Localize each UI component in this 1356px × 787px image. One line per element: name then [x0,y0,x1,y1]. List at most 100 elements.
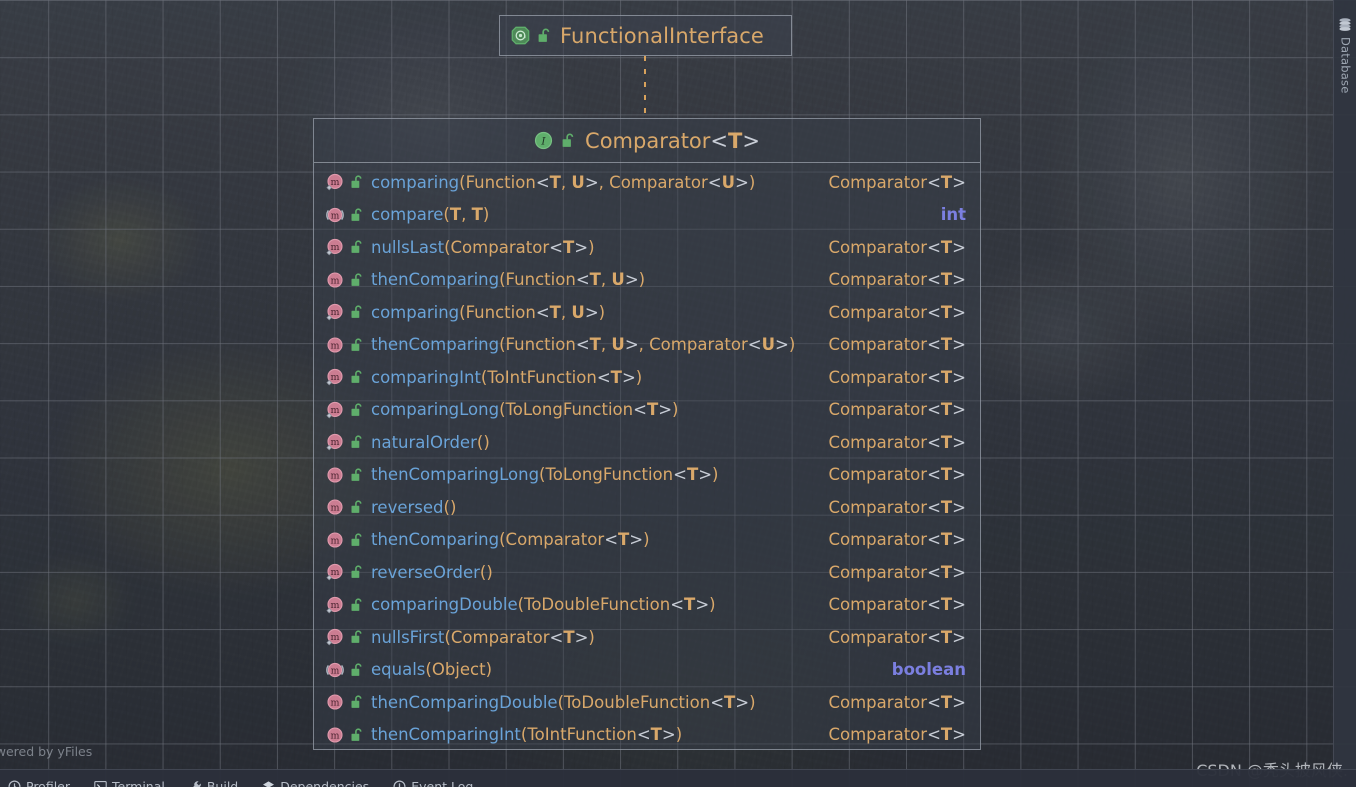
member-signature: naturalOrder() [371,432,490,452]
static-method-icon: m [325,562,345,582]
svg-text:m: m [330,632,339,643]
class-member-row[interactable]: m thenComparing(Function<T, U>, Comparato… [314,329,980,362]
svg-text:m: m [330,340,339,351]
member-icons: m [325,725,371,745]
tool-window-event-log[interactable]: Event Log [393,770,473,787]
build-icon [189,780,202,787]
member-signature: comparingInt(ToIntFunction<T>) [371,367,643,387]
class-member-row[interactable]: m reverseOrder() Comparator<T> [314,556,980,589]
unlocked-padlock-icon [350,597,365,613]
svg-text:m: m [330,600,339,611]
member-signature: thenComparingDouble(ToDoubleFunction<T>) [371,692,756,712]
diagram-node-comparator[interactable]: I Comparator<T> m comparing(Function<T, U… [313,118,981,750]
method-icon: m [325,497,345,517]
class-member-row[interactable]: m thenComparingDouble(ToDoubleFunction<T>… [314,686,980,719]
class-member-row[interactable]: m thenComparing(Function<T, U>) Comparator… [314,264,980,297]
class-member-row[interactable]: m thenComparing(Comparator<T>) Comparator<… [314,524,980,557]
svg-text:m: m [330,437,339,448]
unlocked-padlock-icon [350,272,365,288]
profiler-icon [8,780,21,787]
member-icons: m [325,400,371,420]
static-method-icon: m [325,432,345,452]
right-tool-strip: Database [1333,0,1356,787]
svg-text:m: m [330,242,339,253]
abstract-method-icon: m [325,660,345,680]
member-icons: m [325,530,371,550]
member-return-type: Comparator<T> [828,627,966,647]
member-signature: comparing(Function<T, U>) [371,302,606,322]
unlocked-padlock-icon [350,564,365,580]
class-member-list: m comparing(Function<T, U>, Comparator<U>… [314,163,980,750]
static-method-icon: m [325,595,345,615]
static-method-icon: m [325,172,345,192]
bottom-tool-window-bar: Profiler Terminal Build Dependencies Eve… [0,769,1356,787]
member-icons: m [325,205,371,225]
node-title: FunctionalInterface [560,23,764,48]
member-signature: nullsFirst(Comparator<T>) [371,627,595,647]
tool-window-dependencies[interactable]: Dependencies [262,770,369,787]
terminal-icon [94,780,107,787]
sidebar-item-database[interactable]: Database [1333,18,1356,93]
unlocked-padlock-icon [350,662,365,678]
member-signature: thenComparing(Function<T, U>, Comparator… [371,335,796,355]
method-icon: m [325,725,345,745]
member-return-type: Comparator<T> [828,497,966,517]
class-member-row[interactable]: m comparing(Function<T, U>, Comparator<U>… [314,166,980,199]
member-icons: m [325,692,371,712]
member-return-type: Comparator<T> [828,335,966,355]
method-icon: m [325,692,345,712]
unlocked-padlock-icon [350,239,365,255]
class-member-row[interactable]: m nullsLast(Comparator<T>) Comparator<T> [314,231,980,264]
tool-window-label: Profiler [26,779,71,787]
svg-text:m: m [330,503,339,514]
svg-text:m: m [330,730,339,741]
class-member-row[interactable]: m equals(Object) boolean [314,654,980,687]
tool-window-build[interactable]: Build [189,770,238,787]
tool-window-label: Dependencies [280,779,370,787]
member-icons: m [325,237,371,257]
member-signature: comparingDouble(ToDoubleFunction<T>) [371,595,716,615]
unlocked-padlock-icon [350,402,365,418]
member-icons: m [325,465,371,485]
static-method-icon: m [325,302,345,322]
class-member-row[interactable]: m comparing(Function<T, U>) Comparator<T> [314,296,980,329]
unlocked-padlock-icon [350,727,365,743]
class-member-row[interactable]: m comparingLong(ToLongFunction<T>) Compara… [314,394,980,427]
annotation-icon [511,26,530,45]
unlocked-padlock-icon [350,629,365,645]
class-member-row[interactable]: m reversed() Comparator<T> [314,491,980,524]
member-icons: m [325,595,371,615]
tool-window-label: Build [206,779,239,787]
class-member-row[interactable]: m naturalOrder() Comparator<T> [314,426,980,459]
class-member-row[interactable]: m thenComparingInt(ToIntFunction<T>) Compa… [314,719,980,750]
method-icon: m [325,335,345,355]
diagram-node-functional-interface[interactable]: FunctionalInterface [499,15,792,56]
tool-window-terminal[interactable]: Terminal [94,770,165,787]
member-signature: thenComparing(Function<T, U>) [371,270,646,290]
unlocked-padlock-icon [350,694,365,710]
class-member-row[interactable]: m comparingDouble(ToDoubleFunction<T>) Com… [314,589,980,622]
member-return-type: Comparator<T> [828,237,966,257]
svg-text:m: m [331,211,340,221]
member-return-type: Comparator<T> [828,562,966,582]
yfiles-credit: Powered by yFiles [0,744,93,759]
member-icons: m [325,302,371,322]
class-member-row[interactable]: m compare(T, T) int [314,199,980,232]
tool-window-profiler[interactable]: Profiler [8,770,70,787]
class-member-row[interactable]: m nullsFirst(Comparator<T>) Comparator<T> [314,621,980,654]
database-icon [1338,18,1352,37]
member-signature: equals(Object) [371,660,493,680]
tool-window-label: Event Log [411,779,474,787]
dependencies-icon [262,780,275,787]
member-return-type: Comparator<T> [828,400,966,420]
member-return-type: Comparator<T> [828,270,966,290]
sidebar-item-label: Database [1338,37,1353,94]
member-icons: m [325,497,371,517]
class-member-row[interactable]: m thenComparingLong(ToLongFunction<T>) Com… [314,459,980,492]
member-signature: comparing(Function<T, U>, Comparator<U>) [371,172,756,192]
member-icons: m [325,335,371,355]
class-member-row[interactable]: m comparingInt(ToIntFunction<T>) Comparato… [314,361,980,394]
member-signature: thenComparingLong(ToLongFunction<T>) [371,465,719,485]
unlocked-padlock-icon [350,174,365,190]
member-return-type: boolean [891,660,966,680]
